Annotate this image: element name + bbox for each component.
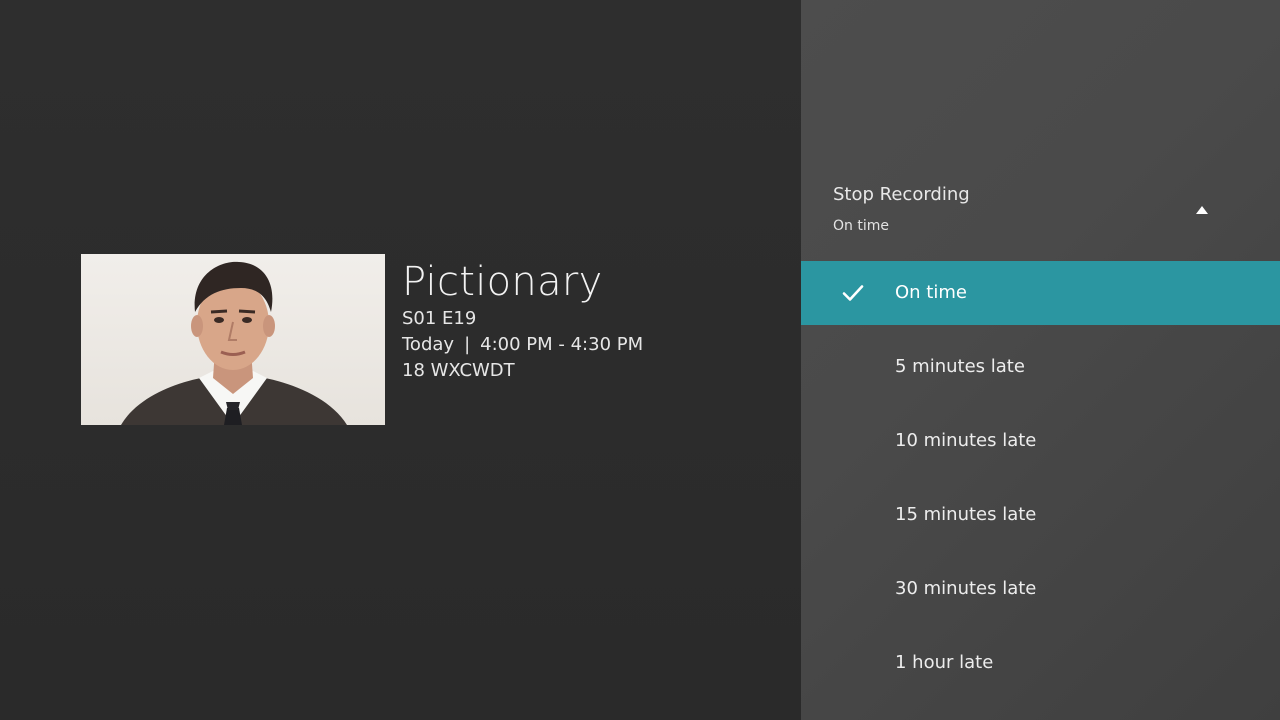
airing-time: 4:00 PM - 4:30 PM (480, 334, 644, 355)
person-portrait-image (121, 261, 347, 425)
current-value: On time (833, 218, 889, 234)
program-thumbnail (81, 254, 385, 425)
option-5-minutes-late[interactable]: 5 minutes late (801, 335, 1280, 399)
stop-recording-panel: Stop Recording On time On time 5 minutes… (801, 0, 1280, 720)
option-label: 30 minutes late (895, 578, 1037, 599)
triangle-up-icon[interactable] (1196, 206, 1208, 214)
option-15-minutes-late[interactable]: 15 minutes late (801, 483, 1280, 547)
airing-day: Today (402, 334, 455, 355)
program-meta: S01 E19 Today | 4:00 PM - 4:30 PM 18 WXCWD… (402, 306, 643, 384)
option-on-time[interactable]: On time (801, 261, 1280, 325)
option-label: 5 minutes late (895, 356, 1025, 377)
option-label: 10 minutes late (895, 430, 1037, 451)
program-info: Pictionary S01 E19 Today | 4:00 PM - 4:30 … (402, 258, 643, 384)
option-label: On time (895, 282, 967, 303)
episode-number: S01 E19 (402, 308, 477, 329)
option-30-minutes-late[interactable]: 30 minutes late (801, 557, 1280, 621)
option-label: 1 hour late (895, 652, 994, 673)
panel-title: Stop Recording (833, 184, 970, 205)
checkmark-icon (842, 285, 864, 301)
separator: | (464, 334, 471, 355)
option-list: On time 5 minutes late 10 minutes late 1… (801, 261, 1280, 705)
option-1-hour-late[interactable]: 1 hour late (801, 631, 1280, 695)
stop-recording-header[interactable]: Stop Recording On time (833, 183, 1243, 235)
option-10-minutes-late[interactable]: 10 minutes late (801, 409, 1280, 473)
airing-time-row: Today | 4:00 PM - 4:30 PM (402, 332, 643, 358)
channel-name: 18 WXCWDT (402, 360, 515, 381)
screen: Pictionary S01 E19 Today | 4:00 PM - 4:30 … (0, 0, 1280, 720)
option-label: 15 minutes late (895, 504, 1037, 525)
program-details: Pictionary S01 E19 Today | 4:00 PM - 4:30 … (81, 254, 643, 425)
program-title: Pictionary (402, 259, 603, 305)
